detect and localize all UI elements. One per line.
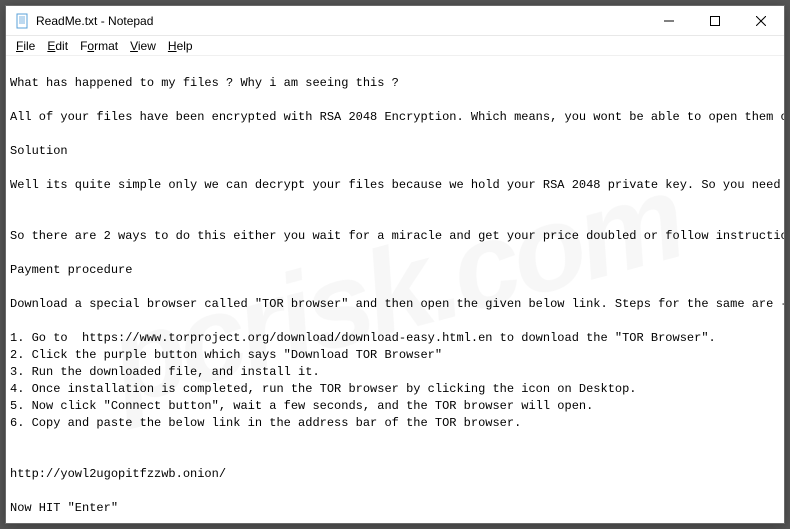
close-button[interactable] — [738, 6, 784, 35]
window-controls — [646, 6, 784, 35]
notepad-window: ReadMe.txt - Notepad File Edit Format Vi… — [5, 5, 785, 524]
content-area: pcrisk.com — [6, 56, 784, 523]
menubar: File Edit Format View Help — [6, 36, 784, 56]
maximize-button[interactable] — [692, 6, 738, 35]
minimize-button[interactable] — [646, 6, 692, 35]
menu-format[interactable]: Format — [74, 38, 124, 54]
menu-edit[interactable]: Edit — [41, 38, 74, 54]
menu-view[interactable]: View — [124, 38, 162, 54]
text-editor[interactable] — [6, 56, 784, 523]
menu-help[interactable]: Help — [162, 38, 199, 54]
notepad-icon — [14, 13, 30, 29]
menu-file[interactable]: File — [10, 38, 41, 54]
titlebar: ReadMe.txt - Notepad — [6, 6, 784, 36]
window-title: ReadMe.txt - Notepad — [36, 14, 646, 28]
